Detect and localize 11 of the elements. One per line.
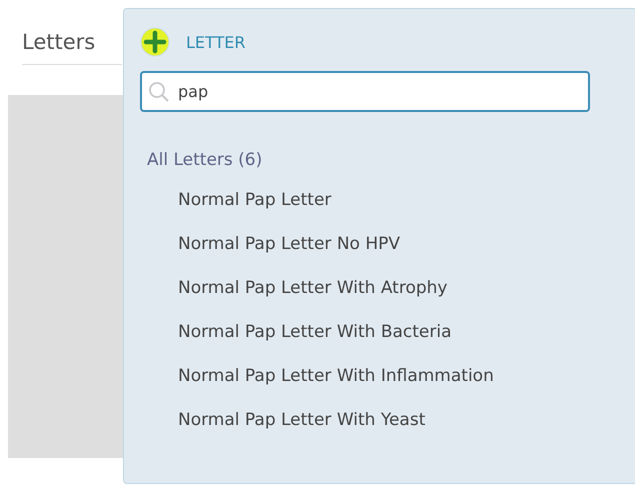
letter-item[interactable]: Normal Pap Letter With Inflammation: [178, 354, 626, 398]
letter-item[interactable]: Normal Pap Letter With Yeast: [178, 398, 626, 442]
search-field[interactable]: pap: [140, 71, 590, 112]
add-icon[interactable]: [140, 27, 170, 57]
page-title: Letters: [22, 30, 122, 65]
letter-item[interactable]: Normal Pap Letter: [178, 178, 626, 222]
letter-item[interactable]: Normal Pap Letter No HPV: [178, 222, 626, 266]
letter-item[interactable]: Normal Pap Letter With Bacteria: [178, 310, 626, 354]
letter-item[interactable]: Normal Pap Letter With Atrophy: [178, 266, 626, 310]
search-icon: [148, 81, 170, 103]
group-heading: All Letters (6): [147, 150, 264, 170]
